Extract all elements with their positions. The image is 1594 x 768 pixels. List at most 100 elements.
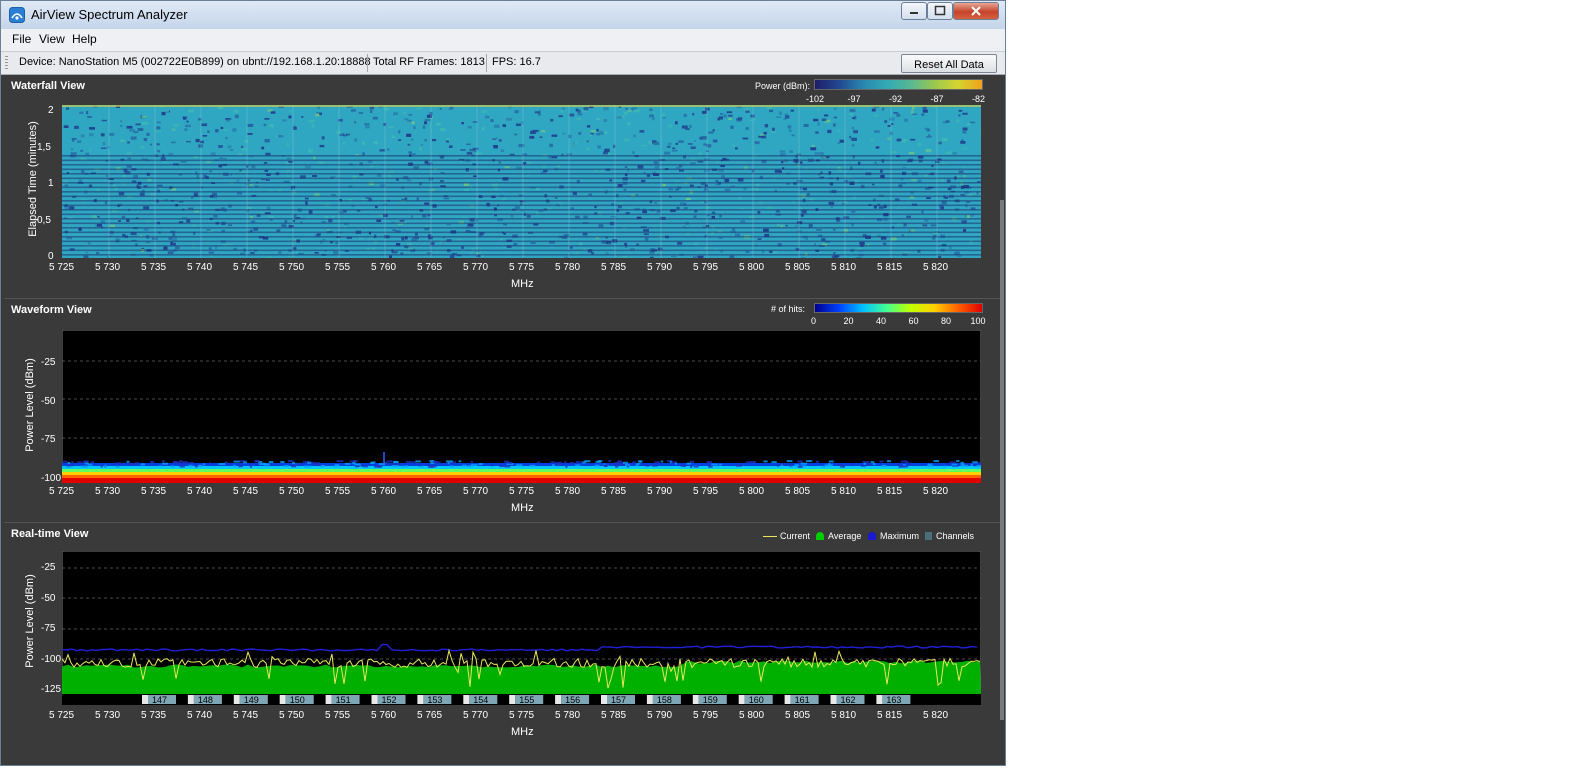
menu-help[interactable]: Help (72, 32, 97, 46)
channel-label: 153 (427, 695, 442, 705)
x-tick-label: 5 815 (877, 262, 903, 273)
x-tick-label: 5 795 (693, 486, 719, 497)
x-tick-label: 5 800 (739, 486, 765, 497)
x-tick-label: 5 730 (95, 262, 121, 273)
channel-149: 149 (233, 695, 268, 705)
x-tick-label: 5 780 (555, 710, 581, 721)
legend-average: Average (828, 531, 862, 541)
channel-label: 151 (336, 695, 351, 705)
x-tick-label: 5 725 (49, 710, 75, 721)
channel-158: 158 (646, 695, 681, 705)
power-legend-tick: -97 (847, 94, 861, 104)
x-tick-label: 5 730 (95, 486, 121, 497)
maximize-button[interactable] (927, 2, 953, 20)
x-tick-label: 5 735 (141, 486, 167, 497)
y-tick-label: 0,5 (37, 214, 51, 226)
y-tick-label: -100 (41, 653, 62, 665)
x-tick-label: 5 790 (647, 262, 673, 273)
channel-label: 147 (152, 695, 167, 705)
toolbar-separator (486, 54, 487, 72)
channel-151: 151 (325, 695, 360, 705)
y-tick-label: -50 (41, 395, 56, 407)
channel-strip[interactable]: 147 148 149 150 151 152 153 154 155 156 157 158 159 1… (62, 694, 981, 705)
x-tick-label: 5 725 (49, 486, 75, 497)
x-tick-label: 5 755 (325, 486, 351, 497)
fps-value: FPS: 16.7 (492, 56, 541, 68)
menu-file[interactable]: File (12, 32, 31, 46)
airview-app-icon (9, 7, 25, 23)
maximum-legend-swatch (868, 532, 876, 540)
x-tick-label: 5 815 (877, 486, 903, 497)
close-icon (971, 6, 981, 16)
current-legend-swatch (763, 536, 777, 537)
waveform-title: Waveform View (11, 304, 92, 316)
x-tick-label: 5 775 (509, 710, 535, 721)
channel-162: 162 (830, 695, 865, 705)
hits-legend-tick: 60 (908, 316, 919, 326)
x-tick-label: 5 820 (923, 710, 949, 721)
x-tick-label: 5 820 (923, 486, 949, 497)
y-tick-label: -75 (41, 623, 56, 634)
channel-150: 150 (279, 695, 314, 705)
channel-label: 152 (382, 695, 397, 705)
hits-legend-tick: 100 (970, 316, 986, 326)
waterfall-xlabel: MHz (511, 278, 534, 290)
legend-current: Current (780, 531, 811, 541)
toolbar-separator (367, 54, 368, 72)
channel-label: 160 (749, 695, 764, 705)
x-tick-label: 5 740 (187, 262, 213, 273)
minimize-button[interactable] (901, 2, 927, 20)
x-tick-label: 5 745 (233, 486, 259, 497)
waterfall-plot[interactable] (62, 105, 981, 258)
x-tick-label: 5 805 (785, 486, 811, 497)
x-tick-label: 5 800 (739, 262, 765, 273)
realtime-plot[interactable] (62, 551, 981, 694)
title-bar: AirView Spectrum Analyzer (1, 1, 1005, 29)
hits-legend-label: # of hits: (771, 304, 806, 314)
panel-divider (4, 298, 1002, 299)
legend-maximum: Maximum (880, 531, 920, 541)
power-legend-tick: -92 (889, 94, 903, 104)
x-tick-label: 5 795 (693, 262, 719, 273)
hits-legend-tick: 20 (843, 316, 854, 326)
channel-label: 148 (198, 695, 213, 705)
x-tick-label: 5 755 (325, 262, 351, 273)
waveform-background (62, 330, 981, 483)
menu-bar: File View Help (1, 29, 1005, 51)
power-legend-tick: -87 (930, 94, 944, 104)
average-legend-swatch (816, 532, 824, 540)
hits-legend-tick: 0 (811, 316, 817, 326)
y-tick-label: -50 (41, 592, 56, 604)
channel-label: 154 (473, 695, 488, 705)
legend-channels: Channels (936, 531, 975, 541)
x-tick-label: 5 750 (279, 262, 305, 273)
close-button[interactable] (953, 2, 999, 20)
toolbar-grip[interactable] (5, 56, 8, 70)
x-tick-label: 5 740 (187, 710, 213, 721)
reset-all-data-button[interactable]: Reset All Data (901, 54, 997, 73)
x-tick-label: 5 770 (463, 262, 489, 273)
x-tick-label: 5 805 (785, 710, 811, 721)
x-tick-label: 5 725 (49, 262, 75, 273)
maximize-icon (934, 5, 946, 16)
power-colorbar (814, 79, 983, 90)
waterfall-stripes (62, 155, 981, 256)
realtime-xlabel: MHz (511, 726, 534, 738)
x-tick-label: 5 785 (601, 486, 627, 497)
x-tick-label: 5 760 (371, 710, 397, 721)
channel-label: 156 (565, 695, 580, 705)
x-tick-label: 5 765 (417, 262, 443, 273)
channel-148: 148 (187, 695, 222, 705)
x-tick-label: 5 775 (509, 262, 535, 273)
x-tick-label: 5 785 (601, 262, 627, 273)
waveform-plot[interactable] (62, 330, 981, 483)
x-tick-label: 5 780 (555, 262, 581, 273)
x-tick-label: 5 745 (233, 710, 259, 721)
channel-label: 149 (244, 695, 259, 705)
x-tick-label: 5 745 (233, 262, 259, 273)
x-tick-label: 5 800 (739, 710, 765, 721)
menu-view[interactable]: View (39, 32, 65, 46)
status-toolbar: Device: NanoStation M5 (002722E0B899) on… (1, 51, 1005, 75)
channel-label: 157 (611, 695, 626, 705)
x-tick-label: 5 785 (601, 710, 627, 721)
